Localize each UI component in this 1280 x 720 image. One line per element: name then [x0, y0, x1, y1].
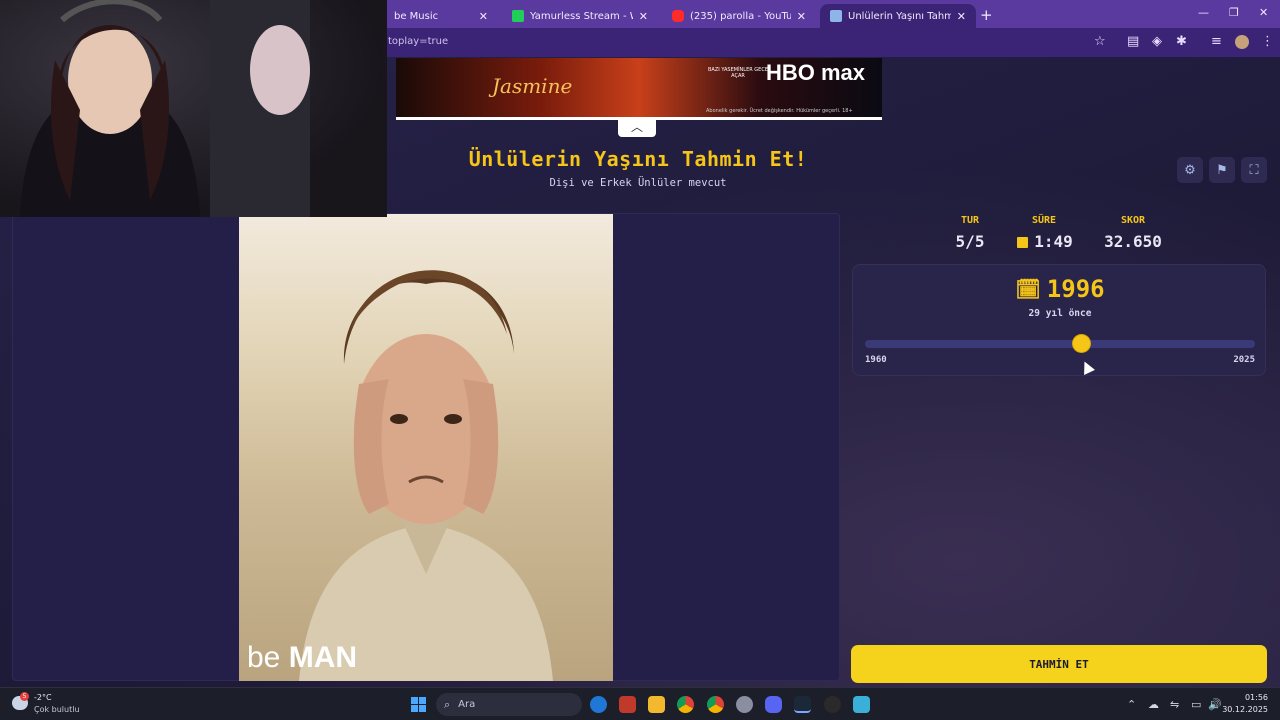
- game-app-icon[interactable]: [619, 696, 636, 713]
- gear-icon: ⚙: [1184, 162, 1196, 178]
- report-button[interactable]: ⚑: [1209, 157, 1235, 183]
- page-subtitle: Dişi ve Erkek Ünlüler mevcut: [549, 177, 727, 189]
- new-tab-button[interactable]: +: [980, 6, 993, 24]
- flag-icon: ⚑: [1216, 162, 1228, 178]
- year-display: 🗓 1996: [853, 275, 1267, 303]
- url-field[interactable]: toplay=true: [388, 36, 448, 47]
- celebrity-photo: be MAN: [239, 214, 613, 681]
- kick-icon: [512, 10, 524, 22]
- photo-watermark: be MAN: [247, 641, 357, 675]
- ad-banner[interactable]: Jasmine BAZI YASEMİNLER GECE AÇAR HBO ma…: [396, 58, 882, 120]
- score-value: 32.650: [1104, 232, 1162, 251]
- restore-button[interactable]: ❐: [1229, 6, 1239, 19]
- extensions-icon[interactable]: ✱: [1176, 34, 1187, 49]
- webcam-overlay: [0, 0, 387, 217]
- guess-button[interactable]: TAHMİN ET: [851, 645, 1267, 683]
- time-label: SÜRE: [1031, 215, 1057, 226]
- settings-button[interactable]: ⚙: [1177, 157, 1203, 183]
- slider-min-label: 1960: [865, 355, 887, 365]
- slider-thumb[interactable]: [1073, 335, 1090, 352]
- tab-title: Ünlülerin Yaşını Tahmin Et! - Q: [848, 10, 951, 22]
- menu-icon[interactable]: ⋮: [1261, 34, 1274, 49]
- round-label: TUR: [960, 215, 980, 226]
- search-input[interactable]: ⌕ Ara: [436, 693, 582, 716]
- display-icon[interactable]: ▭: [1191, 698, 1201, 711]
- tab-title: Yamurless Stream - Watch Live: [530, 10, 633, 22]
- youtube-icon: [672, 10, 684, 22]
- clock-date[interactable]: 30.12.2025: [1222, 705, 1268, 714]
- watermark-bold: MAN: [288, 641, 358, 674]
- folder-icon[interactable]: [648, 696, 665, 713]
- portrait-illustration: [299, 270, 553, 681]
- calendar-icon: 🗓: [1015, 277, 1041, 301]
- tab-quiz[interactable]: Ünlülerin Yaşını Tahmin Et! - Q ✕: [820, 4, 976, 28]
- ad-show-title: Jasmine: [492, 74, 573, 98]
- discord-icon[interactable]: [765, 696, 782, 713]
- year-guess-card: 🗓 1996 29 yıl önce 1960 2025: [852, 264, 1266, 376]
- chrome-profile-icon[interactable]: [707, 696, 724, 713]
- ad-tagline: BAZI YASEMİNLER GECE AÇAR: [708, 67, 768, 79]
- notepad-icon[interactable]: [853, 696, 870, 713]
- weather-temperature[interactable]: -2°C: [34, 693, 52, 702]
- media-icon[interactable]: ≡: [1211, 34, 1222, 49]
- round-value: 5/5: [955, 232, 985, 251]
- close-icon[interactable]: ✕: [479, 10, 488, 23]
- search-placeholder: Ara: [458, 699, 476, 710]
- tab-youtube[interactable]: (235) parolla - YouTube ✕: [662, 4, 816, 28]
- steam-icon[interactable]: [794, 696, 811, 713]
- time-value: 1:49: [1034, 232, 1073, 251]
- page-title: Ünlülerin Yaşını Tahmin Et!: [468, 147, 808, 171]
- taskbar: 5 -2°C Çok bulutlu ⌕ Ara ⌃ ☁ ⇋ ▭ 🔊 01:56 …: [0, 687, 1280, 720]
- star-icon[interactable]: ☆: [1094, 34, 1106, 49]
- weather-description[interactable]: Çok bulutlu: [34, 705, 80, 714]
- fullscreen-icon: ⛶: [1249, 162, 1259, 178]
- year-slider[interactable]: [865, 335, 1255, 352]
- watermark-light: be: [247, 641, 281, 674]
- chevron-up-icon[interactable]: ⌃: [1127, 698, 1136, 711]
- edge-icon[interactable]: [590, 696, 607, 713]
- chrome-icon[interactable]: [677, 696, 694, 713]
- search-icon: ⌕: [444, 697, 451, 711]
- ad-fineprint: Abonelik gerekir. Ücret değişkendir. Hük…: [706, 108, 853, 114]
- weather-badge: 5: [20, 692, 29, 701]
- fullscreen-button[interactable]: ⛶: [1241, 157, 1267, 183]
- slider-max-label: 2025: [1233, 355, 1255, 365]
- cloud-icon[interactable]: ☁: [1148, 698, 1159, 711]
- settings-app-icon[interactable]: [736, 696, 753, 713]
- close-icon[interactable]: ✕: [797, 10, 806, 23]
- screen: be Music ✕ Yamurless Stream - Watch Live…: [0, 0, 1280, 720]
- tab-title: be Music: [394, 10, 439, 22]
- network-icon[interactable]: ⇋: [1170, 698, 1179, 711]
- ad-brand: HBO max: [766, 60, 866, 85]
- close-icon[interactable]: ✕: [639, 10, 648, 23]
- webcam-illustration: [20, 0, 310, 217]
- timer-icon: [1017, 237, 1029, 248]
- clock-time[interactable]: 01:56: [1245, 693, 1268, 702]
- time-display: 1:49: [1010, 232, 1080, 251]
- tab-stream[interactable]: Yamurless Stream - Watch Live ✕: [502, 4, 658, 28]
- shield-icon[interactable]: ◈: [1152, 34, 1162, 49]
- year-value: 1996: [1046, 275, 1105, 303]
- close-icon[interactable]: ✕: [957, 10, 966, 23]
- tab-music[interactable]: be Music ✕: [384, 4, 498, 28]
- minimize-button[interactable]: —: [1198, 6, 1209, 19]
- obs-icon[interactable]: [824, 696, 841, 713]
- tab-search-icon[interactable]: ▤: [1127, 34, 1139, 49]
- score-label: SKOR: [1120, 215, 1146, 226]
- avatar[interactable]: [1235, 35, 1249, 49]
- chevron-up-icon[interactable]: ︿: [618, 119, 656, 137]
- volume-icon[interactable]: 🔊: [1208, 698, 1222, 711]
- close-window-button[interactable]: ✕: [1259, 6, 1268, 19]
- start-button[interactable]: [411, 697, 426, 712]
- site-icon: [830, 10, 842, 22]
- years-ago-text: 29 yıl önce: [1028, 308, 1092, 319]
- tab-title: (235) parolla - YouTube: [690, 10, 791, 22]
